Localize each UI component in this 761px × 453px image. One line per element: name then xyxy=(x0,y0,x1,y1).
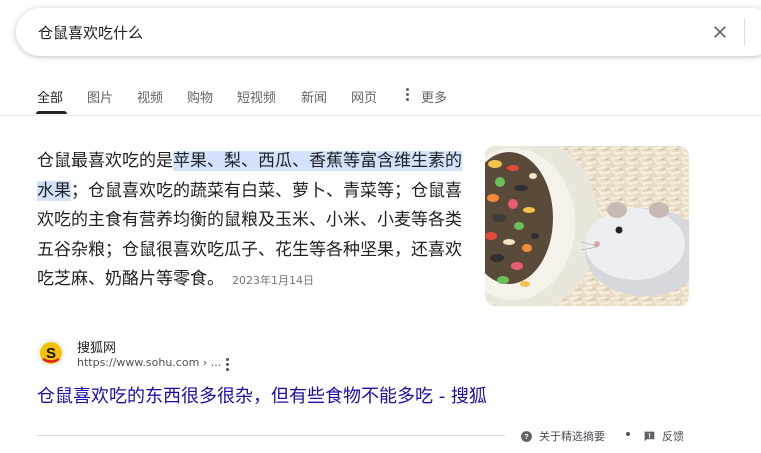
result-title-link[interactable]: 仓鼠喜欢吃的东西很多很杂，但有些食物不能多吃 - 搜狐 xyxy=(37,382,487,408)
active-tab-indicator xyxy=(36,111,67,114)
snippet-lead: 仓鼠最喜欢吃的是 xyxy=(37,151,173,171)
svg-text:S: S xyxy=(46,345,56,362)
tab-shopping[interactable]: 购物 xyxy=(187,87,213,106)
snippet-divider xyxy=(37,435,505,436)
about-featured-snippets[interactable]: ? 关于精选摘要 xyxy=(520,428,605,444)
snippet-rest: ；仓鼠喜欢吃的蔬菜有白菜、萝卜、青菜等；仓鼠喜欢吃的主食有营养均衡的鼠粮及玉米、… xyxy=(37,180,462,290)
hamster-thumbnail[interactable] xyxy=(485,146,689,306)
feedback-button[interactable]: 反馈 xyxy=(643,428,684,444)
svg-text:?: ? xyxy=(524,432,529,441)
about-label: 关于精选摘要 xyxy=(539,430,605,443)
featured-snippet-text: 仓鼠最喜欢吃的是苹果、梨、西瓜、香蕉等富含维生素的水果；仓鼠喜欢吃的蔬菜有白菜、… xyxy=(37,147,467,296)
tab-images[interactable]: 图片 xyxy=(87,87,113,106)
tab-short-videos[interactable]: 短视频 xyxy=(237,87,276,106)
feedback-label: 反馈 xyxy=(662,430,684,443)
tab-more[interactable]: 更多 xyxy=(421,87,447,106)
tab-web[interactable]: 网页 xyxy=(351,87,377,106)
search-box[interactable]: 仓鼠喜欢吃什么 xyxy=(16,8,761,56)
search-input[interactable]: 仓鼠喜欢吃什么 xyxy=(38,22,143,43)
sohu-favicon[interactable]: S xyxy=(37,339,65,367)
source-url[interactable]: https://www.sohu.com › ... xyxy=(77,356,221,369)
close-icon[interactable] xyxy=(710,22,730,42)
source-name[interactable]: 搜狐网 xyxy=(77,337,116,356)
tabs-divider xyxy=(0,115,761,116)
help-icon: ? xyxy=(521,430,532,442)
separator-dot xyxy=(626,432,630,436)
search-divider xyxy=(744,18,745,46)
feedback-icon xyxy=(644,431,655,441)
tab-news[interactable]: 新闻 xyxy=(301,87,327,106)
more-options-icon[interactable] xyxy=(226,358,230,372)
search-tabs: 全部 图片 视频 购物 短视频 新闻 网页 更多 xyxy=(0,78,761,114)
tab-all[interactable]: 全部 xyxy=(37,87,63,106)
tab-videos[interactable]: 视频 xyxy=(137,87,163,106)
snippet-date: 2023年1月14日 xyxy=(232,274,314,287)
more-vert-icon xyxy=(406,88,410,102)
